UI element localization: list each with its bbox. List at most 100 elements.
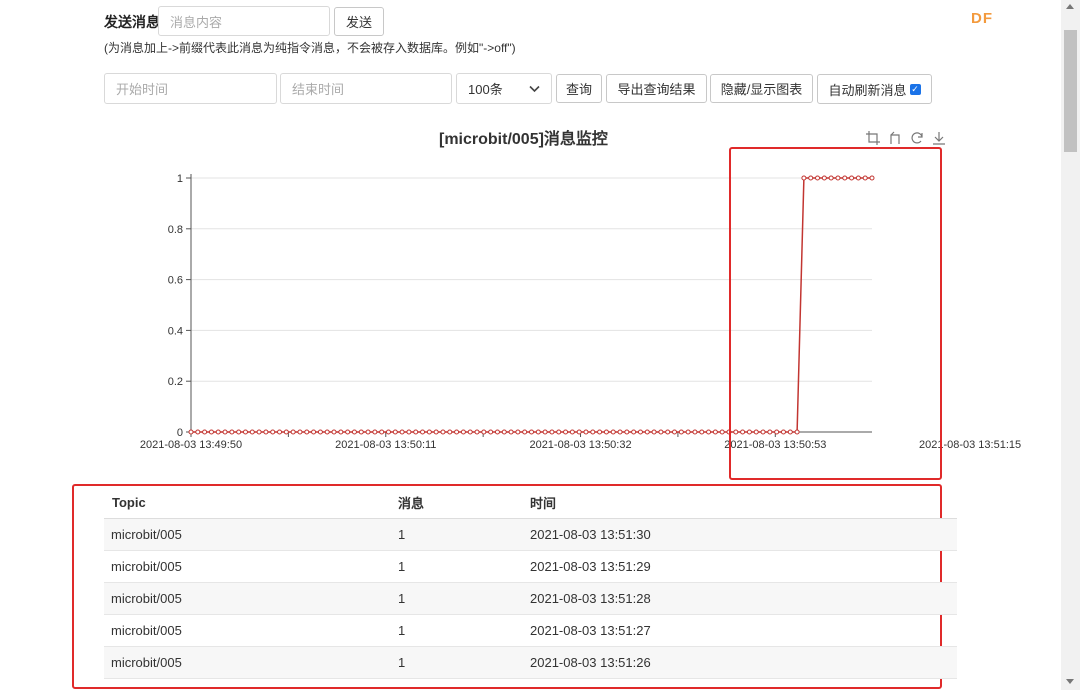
data-point	[433, 429, 439, 435]
y-tick-label: 1	[177, 173, 183, 185]
data-point	[399, 429, 405, 435]
data-point	[324, 429, 330, 435]
data-point	[277, 429, 283, 435]
cell-message: 1	[398, 646, 530, 679]
data-point	[712, 429, 718, 435]
data-point	[208, 429, 214, 435]
table-row: microbit/005 1 2021-08-03 13:51:30	[104, 518, 957, 551]
data-point	[672, 429, 678, 435]
data-point	[576, 429, 582, 435]
data-point	[256, 429, 262, 435]
scrollbar-thumb[interactable]	[1064, 30, 1077, 152]
data-point	[304, 429, 310, 435]
cell-topic: microbit/005	[104, 614, 398, 647]
data-point	[379, 429, 385, 435]
data-point	[447, 429, 453, 435]
cell-message: 1	[398, 518, 530, 551]
data-point	[317, 429, 323, 435]
data-point	[494, 429, 500, 435]
data-point	[481, 429, 487, 435]
cell-message: 1	[398, 550, 530, 583]
data-point	[535, 429, 541, 435]
messages-table: Topic 消息 时间 microbit/005 1 2021-08-03 13…	[104, 486, 957, 679]
data-point	[249, 429, 255, 435]
data-point	[229, 429, 235, 435]
data-point	[406, 429, 412, 435]
data-point	[242, 429, 248, 435]
x-tick-label: 2021-08-03 13:50:11	[335, 439, 436, 451]
data-point	[590, 429, 596, 435]
data-point	[529, 429, 534, 435]
data-point	[338, 429, 344, 435]
data-point	[569, 429, 575, 435]
data-point	[454, 429, 460, 435]
data-point	[685, 429, 691, 435]
data-point	[637, 429, 643, 435]
data-point	[222, 429, 228, 435]
cell-topic: microbit/005	[104, 582, 398, 615]
data-point	[195, 429, 201, 435]
cell-time: 2021-08-03 13:51:27	[530, 614, 957, 647]
data-point	[501, 429, 507, 435]
data-point	[392, 429, 398, 435]
data-point	[706, 429, 712, 435]
data-point	[202, 429, 208, 435]
col-message: 消息	[398, 486, 530, 519]
col-time: 时间	[530, 486, 957, 519]
scroll-down-icon[interactable]	[1066, 679, 1074, 684]
data-point	[651, 429, 657, 435]
highlight-box-chart	[729, 147, 942, 480]
y-tick-label: 0.8	[168, 224, 183, 236]
data-point	[263, 429, 269, 435]
data-point	[413, 429, 419, 435]
data-point	[331, 429, 337, 435]
data-point	[365, 429, 371, 435]
cell-message: 1	[398, 614, 530, 647]
x-tick-label: 2021-08-03 13:50:32	[529, 439, 631, 451]
data-point	[583, 429, 589, 435]
y-tick-label: 0	[177, 427, 183, 439]
cell-message: 1	[398, 582, 530, 615]
data-point	[283, 429, 289, 435]
x-tick-label: 2021-08-03 13:49:50	[140, 439, 242, 451]
data-point	[597, 429, 603, 435]
data-point	[474, 429, 480, 435]
table-row: microbit/005 1 2021-08-03 13:51:29	[104, 550, 957, 583]
data-point	[610, 429, 616, 435]
data-point	[549, 429, 555, 435]
data-point	[719, 429, 725, 435]
data-point	[665, 429, 671, 435]
data-point	[508, 429, 514, 435]
data-point	[290, 429, 296, 435]
cell-time: 2021-08-03 13:51:28	[530, 582, 957, 615]
data-point	[311, 429, 317, 435]
scroll-up-icon[interactable]	[1066, 4, 1074, 9]
cell-time: 2021-08-03 13:51:29	[530, 550, 957, 583]
cell-topic: microbit/005	[104, 646, 398, 679]
table-row: microbit/005 1 2021-08-03 13:51:28	[104, 582, 957, 615]
cell-time: 2021-08-03 13:51:30	[530, 518, 957, 551]
cell-time: 2021-08-03 13:51:26	[530, 646, 957, 679]
data-point	[297, 429, 303, 435]
table-header-row: Topic 消息 时间	[104, 486, 957, 519]
data-point	[488, 429, 494, 435]
cell-topic: microbit/005	[104, 518, 398, 551]
data-point	[426, 429, 432, 435]
data-point	[556, 429, 562, 435]
data-point	[631, 429, 637, 435]
data-point	[270, 429, 276, 435]
col-topic: Topic	[104, 486, 398, 519]
data-point	[522, 429, 528, 435]
data-point	[215, 429, 221, 435]
data-point	[603, 429, 609, 435]
vertical-scrollbar[interactable]	[1061, 0, 1080, 690]
cell-topic: microbit/005	[104, 550, 398, 583]
y-tick-label: 0.4	[168, 325, 183, 337]
data-point	[372, 429, 378, 435]
data-point	[467, 429, 473, 435]
data-point	[358, 429, 364, 435]
data-point	[515, 429, 521, 435]
data-point	[440, 429, 446, 435]
data-point	[678, 429, 684, 435]
data-point	[658, 429, 664, 435]
